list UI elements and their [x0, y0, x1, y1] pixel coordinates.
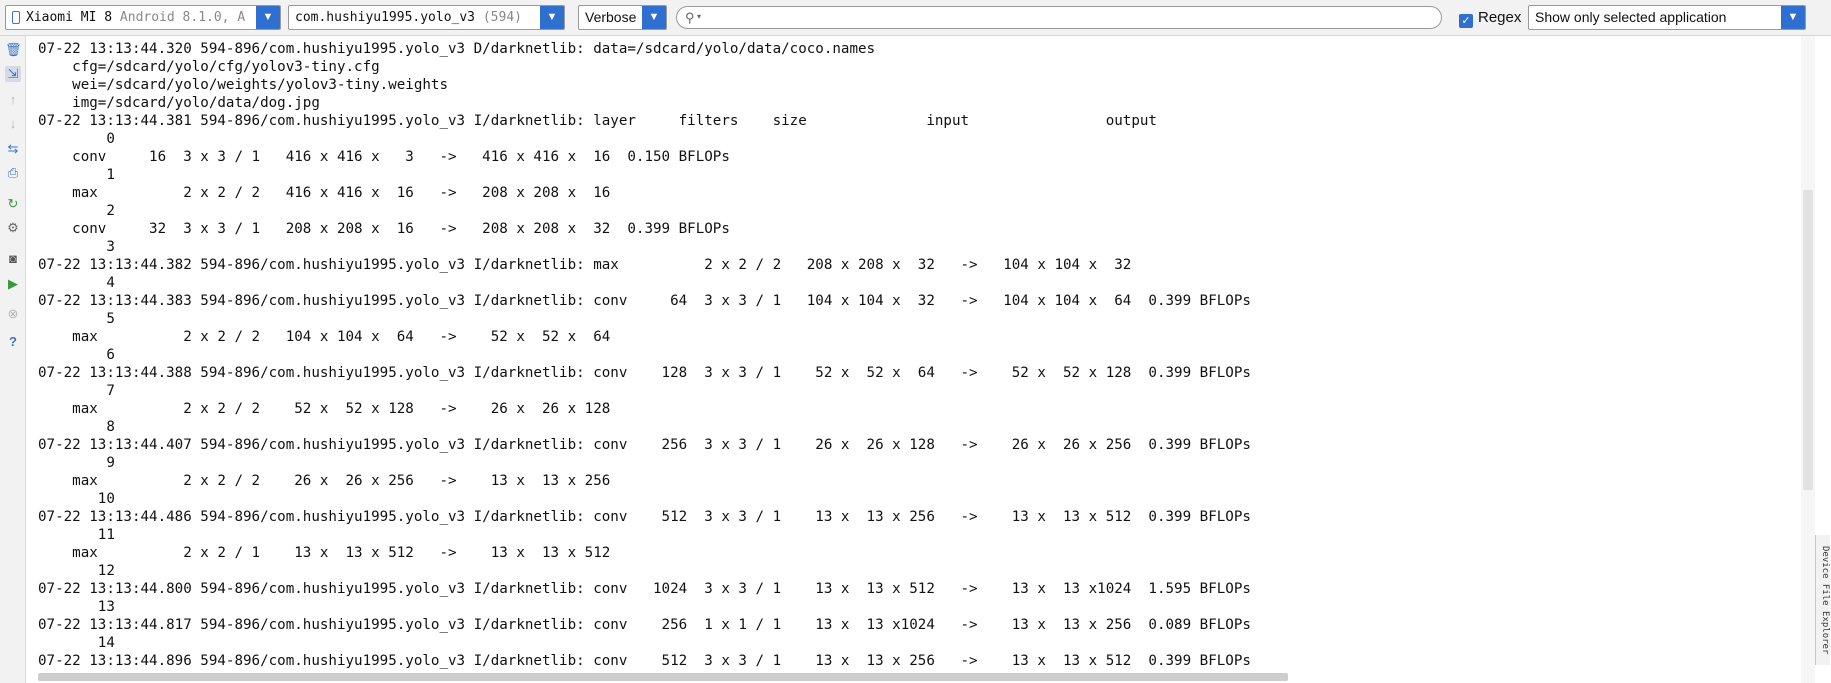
- log-line: 07-22 13:13:44.407 594-896/com.hushiyu19…: [38, 437, 1251, 453]
- scroll-to-end-icon[interactable]: ⇲: [5, 66, 21, 82]
- log-line: 4: [38, 275, 115, 291]
- search-icon: ⚲: [685, 10, 695, 25]
- trash-icon[interactable]: 🗑: [5, 42, 22, 58]
- checkbox-checked-icon[interactable]: ✓: [1459, 14, 1473, 28]
- process-name: com.hushiyu1995.yolo_v3: [295, 10, 476, 25]
- app-filter-dropdown[interactable]: Show only selected application ▼: [1528, 5, 1806, 30]
- video-icon[interactable]: ▶: [5, 276, 21, 292]
- soft-wraps-icon[interactable]: ⇆: [5, 141, 21, 157]
- device-detail: Android 8.1.0, A: [119, 10, 246, 25]
- device-file-explorer-tab[interactable]: Device File Explorer: [1815, 535, 1830, 665]
- logcat-side-toolbar: 🗑 ⇲ ↑ ↓ ⇆ ⎙ ↻ ⚙ ◙ ▶ ⊗ ?: [0, 36, 26, 683]
- log-line: 11: [38, 527, 115, 543]
- chevron-down-icon[interactable]: ▼: [540, 6, 564, 29]
- logcat-toolbar: Xiaomi MI 8 Android 8.1.0, A ▼ com.hushi…: [0, 0, 1831, 36]
- log-line: 6: [38, 347, 115, 363]
- log-line: 07-22 13:13:44.382 594-896/com.hushiyu19…: [38, 257, 1132, 273]
- log-line: conv 16 3 x 3 / 1 416 x 416 x 3 -> 416 x…: [38, 149, 730, 165]
- log-line: 07-22 13:13:44.320 594-896/com.hushiyu19…: [38, 41, 876, 57]
- log-line: 07-22 13:13:44.817 594-896/com.hushiyu19…: [38, 617, 1251, 633]
- logcat-output[interactable]: 07-22 13:13:44.320 594-896/com.hushiyu19…: [38, 40, 1798, 672]
- log-line: 07-22 13:13:44.896 594-896/com.hushiyu19…: [38, 653, 1251, 669]
- terminate-icon[interactable]: ⊗: [5, 306, 21, 322]
- log-line: 7: [38, 383, 115, 399]
- log-level-dropdown[interactable]: Verbose ▼: [578, 5, 667, 30]
- log-line: 9: [38, 455, 115, 471]
- device-dropdown[interactable]: Xiaomi MI 8 Android 8.1.0, A ▼: [5, 5, 281, 30]
- log-line: cfg=/sdcard/yolo/cfg/yolov3-tiny.cfg: [38, 59, 380, 75]
- camera-icon[interactable]: ◙: [5, 251, 21, 267]
- log-line: max 2 x 2 / 2 52 x 52 x 128 -> 26 x 26 x…: [38, 401, 611, 417]
- log-line: 3: [38, 239, 115, 255]
- phone-icon: [12, 11, 20, 24]
- log-line: 1: [38, 167, 115, 183]
- log-line: 13: [38, 599, 115, 615]
- log-line: max 2 x 2 / 1 13 x 13 x 512 -> 13 x 13 x…: [38, 545, 611, 561]
- log-line: 07-22 13:13:44.381 594-896/com.hushiyu19…: [38, 113, 1157, 129]
- log-line: conv 32 3 x 3 / 1 208 x 208 x 16 -> 208 …: [38, 221, 730, 237]
- log-line: 07-22 13:13:44.388 594-896/com.hushiyu19…: [38, 365, 1251, 381]
- log-line: 12: [38, 563, 115, 579]
- log-line: img=/sdcard/yolo/data/dog.jpg: [38, 95, 320, 111]
- log-line: 0: [38, 131, 115, 147]
- up-arrow-icon[interactable]: ↑: [5, 92, 21, 108]
- log-line: 15: [38, 670, 1798, 672]
- regex-checkbox[interactable]: ✓ Regex: [1459, 9, 1521, 28]
- chevron-down-icon[interactable]: ▼: [642, 6, 666, 29]
- chevron-down-icon[interactable]: ▼: [256, 6, 280, 29]
- search-input[interactable]: ⚲ ▾: [676, 6, 1442, 29]
- log-line: 10: [38, 491, 115, 507]
- horizontal-scrollbar[interactable]: [38, 673, 1288, 681]
- chevron-down-icon[interactable]: ▼: [1781, 6, 1805, 29]
- log-line: 07-22 13:13:44.383 594-896/com.hushiyu19…: [38, 293, 1251, 309]
- log-line: 07-22 13:13:44.800 594-896/com.hushiyu19…: [38, 581, 1251, 597]
- log-level-value: Verbose: [585, 9, 637, 25]
- vertical-scrollbar[interactable]: [1803, 190, 1813, 490]
- down-arrow-icon[interactable]: ↓: [5, 116, 21, 132]
- log-line: 07-22 13:13:44.486 594-896/com.hushiyu19…: [38, 509, 1251, 525]
- log-line: wei=/sdcard/yolo/weights/yolov3-tiny.wei…: [38, 77, 448, 93]
- regex-label: Regex: [1478, 9, 1522, 26]
- log-line: max 2 x 2 / 2 104 x 104 x 64 -> 52 x 52 …: [38, 329, 611, 345]
- process-pid: (594): [482, 10, 522, 25]
- app-filter-value: Show only selected application: [1535, 9, 1727, 25]
- log-line: 2: [38, 203, 115, 219]
- log-line: 5: [38, 311, 115, 327]
- search-history-caret-icon[interactable]: ▾: [697, 12, 701, 21]
- log-line: 14: [38, 635, 115, 651]
- restart-icon[interactable]: ↻: [5, 196, 21, 212]
- log-line: 8: [38, 419, 115, 435]
- process-dropdown[interactable]: com.hushiyu1995.yolo_v3 (594) ▼: [288, 5, 565, 30]
- gear-icon[interactable]: ⚙: [5, 220, 21, 236]
- device-name: Xiaomi MI 8: [26, 10, 113, 25]
- print-icon[interactable]: ⎙: [5, 165, 21, 181]
- log-line: max 2 x 2 / 2 26 x 26 x 256 -> 13 x 13 x…: [38, 473, 611, 489]
- log-line: max 2 x 2 / 2 416 x 416 x 16 -> 208 x 20…: [38, 185, 611, 201]
- help-icon[interactable]: ?: [5, 334, 21, 350]
